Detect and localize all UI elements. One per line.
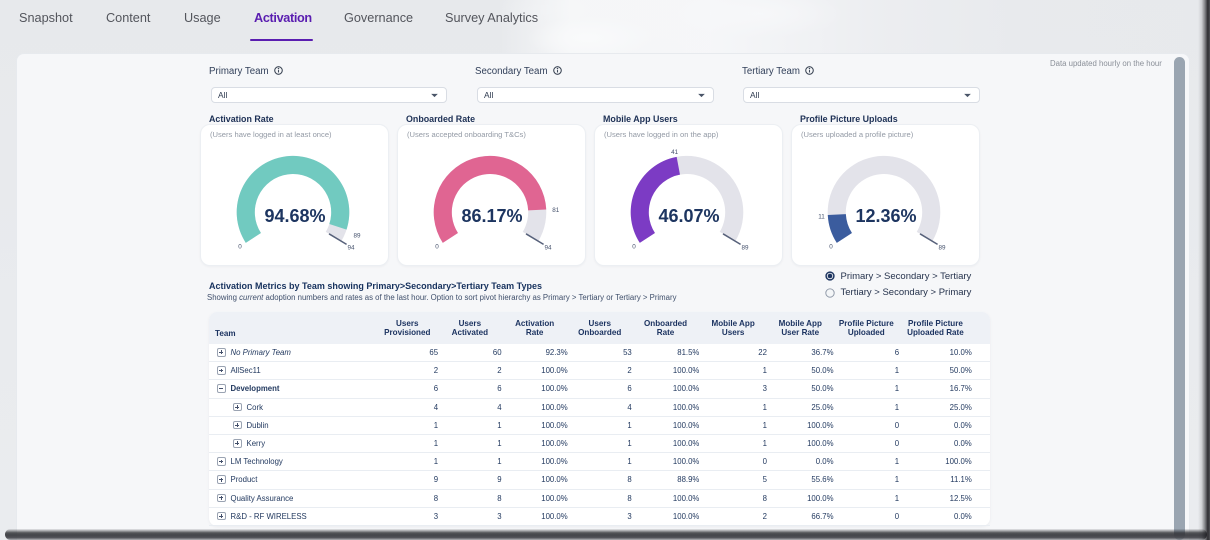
- svg-text:89: 89: [938, 245, 946, 252]
- svg-text:89: 89: [741, 245, 749, 252]
- svg-text:86.17%: 86.17%: [461, 206, 522, 226]
- svg-text:94: 94: [347, 245, 355, 252]
- svg-text:94: 94: [544, 245, 552, 252]
- svg-text:0: 0: [435, 244, 439, 251]
- svg-text:46.07%: 46.07%: [658, 206, 719, 226]
- svg-text:11: 11: [818, 213, 825, 220]
- svg-text:89: 89: [353, 232, 361, 239]
- svg-text:41: 41: [671, 149, 679, 156]
- svg-text:0: 0: [829, 244, 833, 251]
- svg-text:12.36%: 12.36%: [855, 206, 916, 226]
- svg-text:0: 0: [632, 244, 636, 251]
- svg-text:0: 0: [238, 244, 242, 251]
- svg-text:81: 81: [552, 207, 560, 214]
- svg-text:94.68%: 94.68%: [264, 206, 325, 226]
